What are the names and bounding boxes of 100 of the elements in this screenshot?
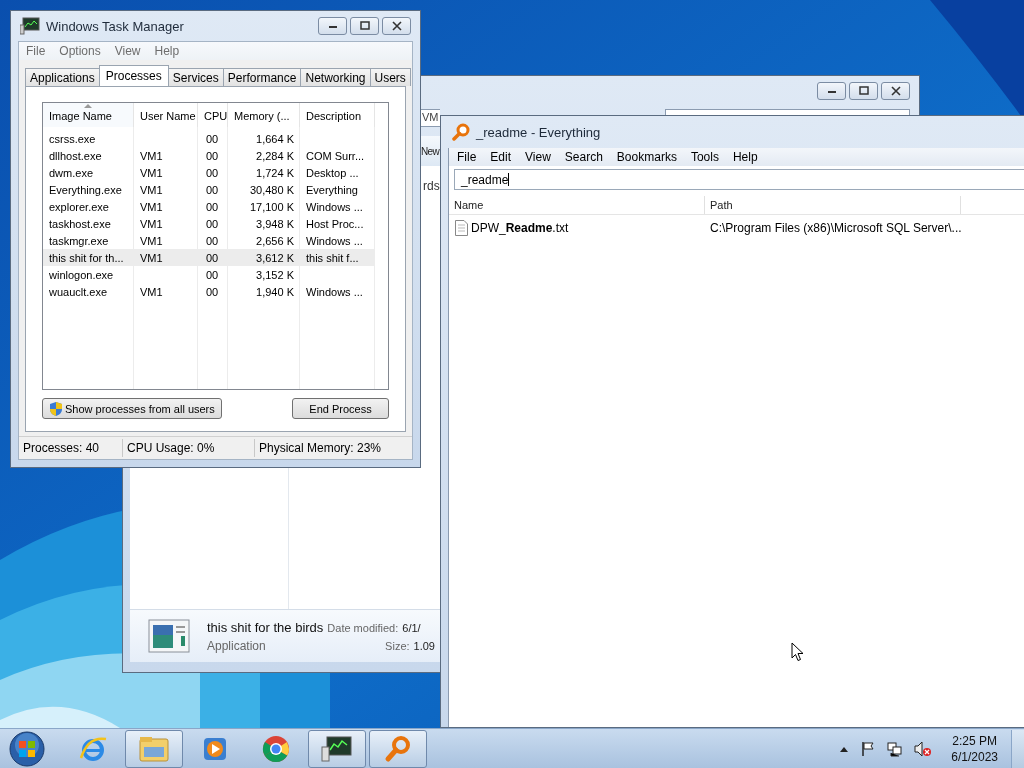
close-button[interactable] [881,82,910,100]
muted-speaker-icon[interactable] [914,740,933,757]
column-header[interactable]: rds [423,179,440,193]
menu-item[interactable]: File [450,148,484,166]
column-header[interactable]: Memory (... [228,103,300,127]
process-row[interactable]: dwm.exe VM1 00 1,724 K Desktop ... [43,164,375,181]
start-button[interactable] [8,729,46,768]
menu-item[interactable]: File [19,42,53,60]
table-cell-text: csrss.exe [48,132,97,145]
maximize-icon [358,21,371,31]
menu-item[interactable]: Edit [483,148,519,166]
table-cell-text: 00 [205,200,220,213]
monitor-icon [20,17,40,35]
tab[interactable]: Performance [222,68,302,86]
network-icon[interactable] [887,740,904,757]
menu-item[interactable]: Options [52,42,108,60]
close-button[interactable] [382,17,411,35]
file-name[interactable]: DPW_Readme.txt [471,221,569,235]
maximize-button[interactable] [849,82,878,100]
status-text: CPU Usage: 0% [123,439,255,457]
table-cell-text: Everything.exe [48,183,123,196]
table-cell-text: 1,664 K [255,132,295,145]
window-title: Windows Task Manager [46,18,184,34]
table-cell-text: 00 [205,166,220,179]
table-cell-text: winlogon.exe [48,268,115,281]
sort-arrow-icon [84,104,92,108]
menu-item[interactable]: View [518,148,558,166]
table-cell-text: 1,940 K [255,285,295,298]
process-row[interactable]: explorer.exe VM1 00 17,100 K Windows ... [43,198,375,215]
menu-item[interactable]: Bookmarks [609,148,684,166]
table-cell-text: taskmgr.exe [48,234,110,247]
date-label: Date modified: [327,621,399,634]
column-header[interactable]: Name [449,196,705,214]
table-cell-text: taskhost.exe [48,217,112,230]
table-cell-text: Host Proc... [305,217,365,230]
table-cell-text: wuauclt.exe [48,285,109,298]
tab[interactable]: Applications [25,68,100,86]
magnifier-icon [383,733,413,764]
table-cell-text: 17,100 K [248,200,295,213]
process-row[interactable]: taskmgr.exe VM1 00 2,656 K Windows ... [43,232,375,249]
menu-item[interactable]: View [107,42,148,60]
size-value: 1.09 [413,639,435,652]
process-row[interactable]: Everything.exe VM1 00 30,480 K Everything [43,181,375,198]
tab[interactable]: Services [167,68,224,86]
table-cell-text: VM1 [139,217,164,230]
process-row[interactable]: csrss.exe 00 1,664 K [43,130,375,147]
table-cell-text: 00 [205,251,220,264]
column-header[interactable]: CPU [198,103,228,127]
column-header[interactable]: User Name [134,103,198,127]
menu-item[interactable]: Search [557,148,610,166]
table-cell-text: VM1 [139,285,164,298]
monitor-button[interactable] [308,729,366,768]
process-row[interactable]: wuauclt.exe VM1 00 1,940 K Windows ... [43,283,375,300]
table-cell-text: 3,612 K [255,251,295,264]
tab[interactable]: Processes [98,65,169,86]
size-label: Size: [385,639,410,652]
menu-item[interactable]: Tools [683,148,726,166]
table-cell-text: explorer.exe [48,200,110,213]
menu-item[interactable]: Help [725,148,765,166]
table-cell-text: 3,152 K [255,268,295,281]
application-icon [148,619,190,653]
table-cell-text: VM1 [139,149,164,162]
table-cell-text: 30,480 K [248,183,295,196]
minimize-button[interactable] [817,82,846,100]
window-title: _readme - Everything [476,124,601,140]
table-cell-text: 00 [205,149,220,162]
file-name: this shit for the birds [207,619,324,635]
document-icon [455,220,468,236]
column-header[interactable]: Path [705,196,961,214]
folder-button[interactable] [125,729,183,768]
flag-icon[interactable] [860,740,877,757]
process-row[interactable]: taskhost.exe VM1 00 3,948 K Host Proc... [43,215,375,232]
table-cell-text: 00 [205,268,220,281]
table-cell-text: 1,724 K [255,166,295,179]
process-row[interactable]: winlogon.exe 00 3,152 K [43,266,375,283]
address-field[interactable]: VM [421,109,440,127]
column-header[interactable]: Image Name [43,103,134,127]
table-cell-text: 00 [205,234,220,247]
table-cell-text: Windows ... [305,285,364,298]
close-icon [889,86,902,96]
show-all-users-button[interactable]: Show processes from all users [42,398,222,419]
menu-item[interactable]: Help [147,42,187,60]
maximize-button[interactable] [350,17,379,35]
process-row[interactable]: dllhost.exe VM1 00 2,284 K COM Surr... [43,147,375,164]
tab[interactable]: Users [369,68,411,86]
clock[interactable]: 2:25 PM 6/1/2023 [939,732,1008,765]
table-cell-text: VM1 [139,234,164,247]
column-header[interactable]: Description [300,103,375,127]
minimize-button[interactable] [318,17,347,35]
table-cell-text: this shit for th... [48,251,125,264]
process-row[interactable]: this shit for th... VM1 00 3,612 K this shit f... [43,249,375,266]
end-process-button[interactable]: End Process [292,398,389,419]
tab[interactable]: Networking [300,68,371,86]
file-type: Application [207,638,266,653]
table-cell-text: VM1 [139,166,164,179]
status-text: Processes: 40 [19,439,123,457]
search-field[interactable]: _readme [454,169,1024,190]
toolbar-item[interactable]: New [421,145,440,157]
magnifier-icon [452,123,470,141]
table-cell-text: this shit f... [305,251,360,264]
